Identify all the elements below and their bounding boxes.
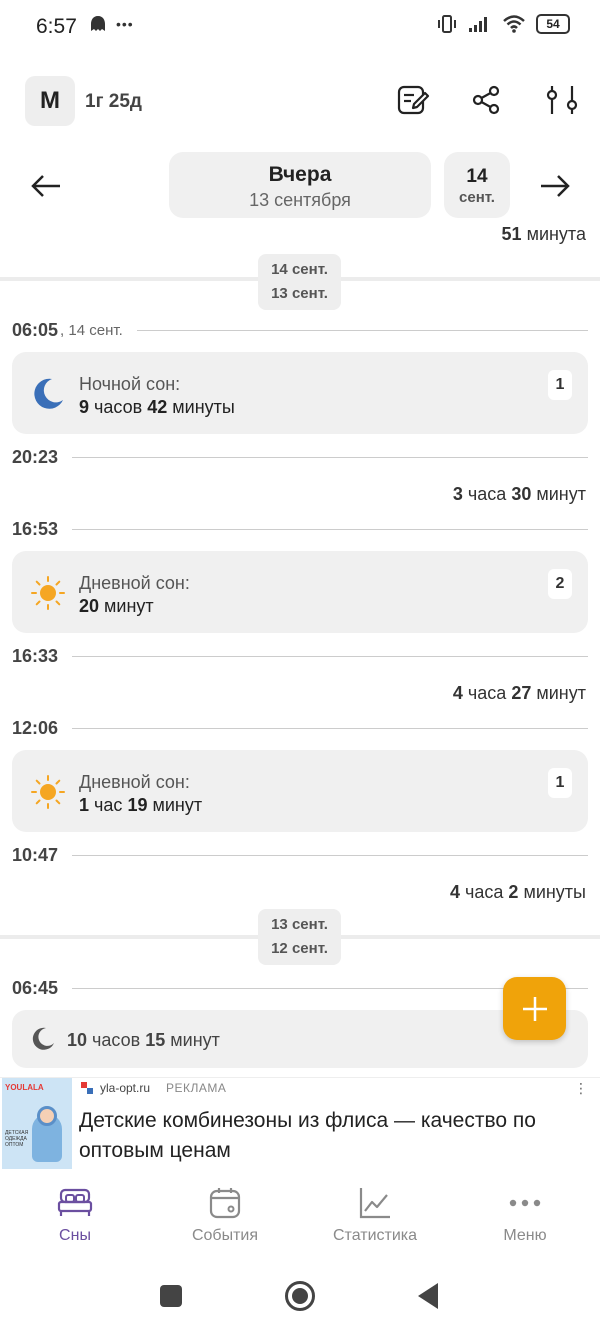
sleep-count-badge: 2 (548, 569, 572, 599)
sleep-type-label: Ночной сон: (79, 374, 181, 394)
vibrate-icon (438, 15, 456, 33)
settings-sliders-icon[interactable] (544, 82, 580, 118)
chart-icon (355, 1183, 395, 1223)
current-date-subtitle: 13 сентября (249, 190, 351, 210)
signal-icon (469, 17, 487, 32)
wifi-icon (503, 15, 525, 33)
awake-duration: 3 часа 30 минут (452, 484, 586, 504)
next-date-day: 14 (466, 166, 488, 187)
bottom-navigation: Сны События Статистика Меню (0, 1175, 600, 1255)
recent-apps-icon[interactable] (153, 1278, 189, 1314)
back-icon[interactable] (410, 1278, 446, 1314)
calendar-icon (205, 1183, 245, 1223)
ad-favicon-icon (81, 1082, 93, 1094)
time-marker: 06:45 (12, 975, 588, 1001)
ad-domain[interactable]: yla-opt.ru РЕКЛАМА (80, 1081, 226, 1095)
night-sleep-card[interactable]: 10 часов 15 минут (12, 1010, 588, 1068)
day-divider-label: 14 сент. 13 сент. (258, 254, 341, 310)
sleep-type-label: Дневной сон: (79, 772, 190, 792)
nav-item-statistics[interactable]: Статистика (300, 1175, 450, 1255)
next-date-month: сент. (459, 189, 495, 206)
ad-image[interactable]: YOULALA ДЕТСКАЯ ОДЕЖДА ОПТОМ (2, 1078, 72, 1169)
ad-banner[interactable]: YOULALA ДЕТСКАЯ ОДЕЖДА ОПТОМ yla-opt.ru … (0, 1077, 600, 1169)
sleep-duration: 10 часов 15 минут (67, 1030, 220, 1050)
day-sleep-card[interactable]: Дневной сон: 1 час 19 минут 1 (12, 750, 588, 832)
day-divider-label: 13 сент. 12 сент. (258, 909, 341, 965)
nav-item-menu[interactable]: Меню (450, 1175, 600, 1255)
next-day-arrow-icon[interactable] (538, 169, 572, 203)
time-marker: 06:05 , 14 сент. (12, 317, 588, 343)
awake-duration: 4 часа 2 минуты (449, 882, 586, 902)
app-header: M 1г 25д (0, 74, 600, 130)
nav-item-sleep[interactable]: Сны (0, 1175, 150, 1255)
sleep-count-badge: 1 (548, 768, 572, 798)
time-marker: 12:06 (12, 715, 588, 741)
child-avatar[interactable]: M (25, 76, 75, 126)
child-age: 1г 25д (85, 91, 142, 112)
next-date-button[interactable]: 14 сент. (444, 152, 510, 218)
awake-duration: 51 минута (501, 224, 586, 244)
plus-icon (522, 996, 547, 1021)
sleep-type-label: Дневной сон: (79, 573, 190, 593)
ad-title[interactable]: Детские комбинезоны из флиса — качество … (79, 1106, 589, 1166)
bed-icon (55, 1183, 95, 1223)
sun-icon (31, 775, 65, 809)
time-marker: 16:53 (12, 516, 588, 542)
current-date-title: Вчера (268, 163, 332, 186)
sleep-count-badge: 1 (548, 370, 572, 400)
day-sleep-card[interactable]: Дневной сон: 20 минут 2 (12, 551, 588, 633)
time-marker: 16:33 (12, 643, 588, 669)
awake-duration: 4 часа 27 минут (452, 683, 586, 703)
home-icon[interactable] (282, 1278, 318, 1314)
status-notification-icons: ••• (88, 14, 134, 34)
date-navigation: Вчера 13 сентября 14 сент. (0, 152, 600, 218)
time-marker: 20:23 (12, 444, 588, 470)
nav-item-events[interactable]: События (150, 1175, 300, 1255)
time-marker: 10:47 (12, 842, 588, 868)
night-sleep-card[interactable]: Ночной сон: 9 часов 42 минуты 1 (12, 352, 588, 434)
status-right-icons: 54 (436, 14, 570, 34)
ghost-notification-icon (91, 16, 105, 31)
sleep-duration: 9 часов 42 минуты (79, 397, 235, 417)
more-notifications-icon: ••• (116, 16, 134, 32)
current-date-button[interactable]: Вчера 13 сентября (169, 152, 431, 218)
moon-icon (34, 378, 63, 409)
status-time: 6:57 (36, 15, 77, 38)
prev-day-arrow-icon[interactable] (29, 169, 63, 203)
moon-icon (32, 1027, 54, 1050)
status-bar: 6:57 ••• 54 (0, 0, 600, 56)
edit-note-icon[interactable] (395, 82, 431, 118)
ad-more-icon[interactable]: ⋮ (574, 1080, 588, 1097)
more-dots-icon (505, 1183, 545, 1223)
battery-indicator: 54 (536, 14, 570, 34)
system-navigation-bar (0, 1262, 600, 1332)
sun-icon (31, 576, 65, 610)
sleep-duration: 1 час 19 минут (79, 795, 203, 815)
sleep-duration: 20 минут (79, 596, 154, 616)
ad-label: РЕКЛАМА (166, 1081, 227, 1095)
add-event-button[interactable] (503, 977, 566, 1040)
share-icon[interactable] (468, 82, 504, 118)
